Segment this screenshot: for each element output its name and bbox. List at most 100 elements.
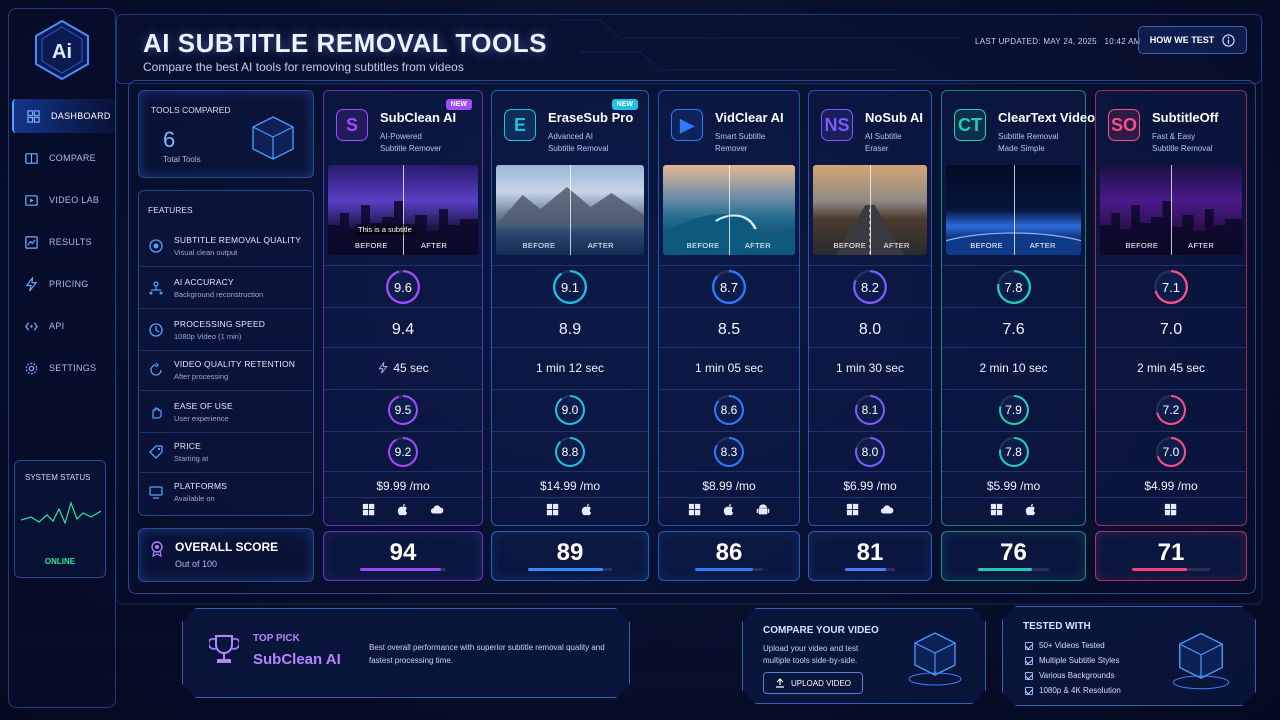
feature-row-5: PRICE Starting at [138, 432, 314, 472]
sidebar-item-label: VIDEO LAB [49, 195, 100, 205]
sidebar-item-dashboard[interactable]: DASHBOARD [12, 99, 116, 133]
top-pick-panel: TOP PICK SubClean AI Best overall perfor… [182, 608, 630, 698]
clock-icon [149, 323, 163, 337]
ease-score: 8.0 [809, 433, 931, 471]
tool-name: SubtitleOff [1152, 110, 1219, 125]
comparison-slider-handle[interactable] [1013, 165, 1015, 255]
before-after-preview[interactable]: BEFORE AFTER [813, 165, 927, 255]
tool-logo-text: SO [1110, 114, 1137, 135]
before-after-preview[interactable]: BEFORE AFTER [1100, 165, 1242, 255]
quality-score-ring: 9.6 [386, 270, 420, 304]
top-pick-label: TOP PICK [253, 633, 300, 644]
apple-icon [1025, 503, 1035, 516]
how-we-test-button[interactable]: HOW WE TEST [1138, 26, 1247, 54]
tool-name: VidClear AI [715, 110, 784, 125]
compare-video-title: COMPARE YOUR VIDEO [763, 625, 879, 636]
feature-divider [140, 390, 312, 391]
platform-icons [659, 503, 799, 517]
system-status-label: SYSTEM STATUS [25, 473, 91, 482]
row-divider [324, 389, 482, 390]
quality-score-ring: 7.8 [996, 270, 1031, 304]
upload-icon [775, 678, 785, 688]
row-divider [659, 265, 799, 266]
feature-name: PRICE [174, 441, 201, 451]
processing-speed-value: 2 min 10 sec [979, 361, 1048, 375]
retention-score-ring: 9.0 [555, 395, 585, 425]
windows-icon [990, 503, 1002, 516]
comparison-slider-handle[interactable] [1171, 165, 1172, 255]
new-badge: NEW [445, 99, 472, 110]
sidebar-item-label: PRICING [49, 279, 89, 289]
comparison-slider-handle[interactable] [403, 165, 404, 255]
tool-column-0[interactable]: S NEW SubClean AI AI-Powered Subtitle Rem… [323, 90, 483, 526]
sidebar-item-compare[interactable]: COMPARE [12, 141, 116, 175]
ai-accuracy-icon [149, 281, 163, 295]
row-divider [1096, 347, 1246, 348]
before-after-preview[interactable]: BEFORE AFTER [496, 165, 644, 255]
retention-score-ring: 7.9 [998, 395, 1029, 425]
tool-desc-line-2: Remover [715, 144, 748, 153]
upload-video-button[interactable]: UPLOAD VIDEO [763, 672, 863, 694]
row-divider [809, 431, 931, 432]
ease-score-ring: 8.8 [555, 437, 585, 467]
windows-icon [1164, 503, 1177, 516]
sidebar-item-label: COMPARE [49, 153, 96, 163]
comparison-slider-handle[interactable] [870, 165, 871, 255]
tool-desc-line-2: Made Simple [998, 144, 1045, 153]
top-pick-text: Best overall performance with superior s… [369, 643, 605, 665]
sidebar-item-results[interactable]: RESULTS [12, 225, 116, 259]
page-title: AI SUBTITLE REMOVAL TOOLS [143, 28, 547, 58]
before-label: BEFORE [522, 241, 556, 250]
tool-logo: CT [954, 109, 986, 141]
before-after-preview[interactable]: BEFORE AFTER [663, 165, 795, 255]
tools-compared-count: 6 [163, 127, 176, 152]
app-logo[interactable]: Ai [30, 18, 94, 82]
tested-with-item: Various Backgrounds [1025, 671, 1121, 680]
overall-score-value: 94 [389, 539, 417, 566]
tested-with-title: TESTED WITH [1023, 621, 1091, 632]
tested-with-panel: TESTED WITH 50+ Videos Tested Multiple Su… [1002, 606, 1256, 706]
row-divider [1096, 471, 1246, 472]
row-divider [809, 471, 931, 472]
tool-logo-text: S [345, 114, 358, 135]
comparison-slider-handle[interactable] [570, 165, 571, 255]
overall-score-desc: Out of 100 [175, 559, 218, 569]
row-divider [942, 265, 1085, 266]
overall-score-bar [1132, 568, 1210, 571]
overall-score-card-0: 94 [323, 531, 483, 581]
sidebar-item-pricing[interactable]: PRICING [12, 267, 116, 301]
row-divider [659, 431, 799, 432]
tested-with-text: 1080p & 4K Resolution [1039, 686, 1121, 695]
tool-logo-text: CT [958, 114, 982, 135]
top-pick-name: SubClean AI [253, 651, 341, 668]
tool-name: NoSub AI [865, 110, 924, 125]
sidebar-item-video-lab[interactable]: VIDEO LAB [12, 183, 116, 217]
sidebar-item-api[interactable]: API [12, 309, 116, 343]
apple-icon [723, 503, 734, 516]
compare-video-panel: COMPARE YOUR VIDEO Upload your video and… [742, 608, 986, 704]
tool-column-1[interactable]: E NEW EraseSub Pro Advanced AI Subtitle R… [491, 90, 649, 526]
platform-icons [942, 503, 1085, 517]
overall-score-bar-fill [695, 568, 754, 571]
tool-column-4[interactable]: CT ClearText Video Subtitle Removal Made … [941, 90, 1095, 526]
award-icon [151, 541, 163, 557]
tool-column-2[interactable]: ▶ VidClear AI Smart Subtitle Remover BEFO… [658, 90, 800, 526]
before-after-preview[interactable]: This is a subtitle BEFORE AFTER [328, 165, 478, 255]
after-label: AFTER [421, 241, 448, 250]
api-icon [25, 321, 38, 331]
tool-column-5[interactable]: SO SubtitleOff Fast & Easy Subtitle Remov… [1095, 90, 1247, 526]
platform-icons [1096, 503, 1246, 517]
ease-score: 9.2 [324, 433, 482, 471]
sidebar-item-settings[interactable]: SETTINGS [12, 351, 116, 385]
feature-desc: 1080p Video (1 min) [174, 332, 242, 341]
sidebar-item-label: RESULTS [49, 237, 92, 247]
row-divider [324, 431, 482, 432]
tool-name: SubClean AI [380, 110, 457, 125]
tools-compared-sub: Total Tools [163, 155, 201, 164]
platform-icons [809, 503, 931, 517]
checkbox-icon [1025, 657, 1033, 665]
comparison-slider-handle[interactable] [729, 165, 730, 255]
tool-column-3[interactable]: NS NoSub AI AI Subtitle Eraser BEFORE AFT… [808, 90, 932, 526]
overall-score-bar [695, 568, 763, 571]
before-after-preview[interactable]: BEFORE AFTER [946, 165, 1081, 255]
